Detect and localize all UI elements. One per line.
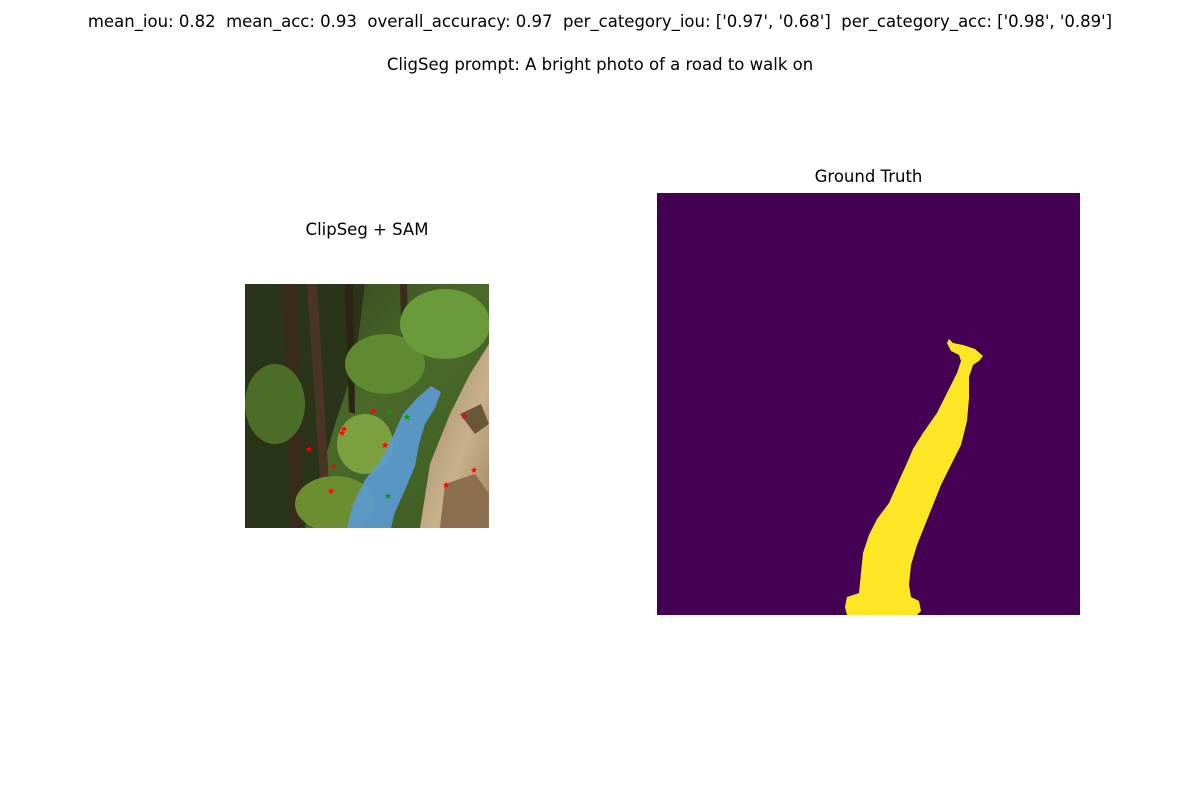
- svg-text:★: ★: [460, 412, 468, 422]
- svg-text:★: ★: [381, 441, 389, 451]
- svg-text:★: ★: [470, 466, 478, 476]
- svg-text:★: ★: [327, 487, 335, 497]
- svg-text:★: ★: [384, 492, 392, 502]
- ground-truth-mask-image: [657, 193, 1080, 615]
- svg-text:★: ★: [305, 445, 313, 455]
- svg-text:★: ★: [369, 407, 377, 417]
- svg-text:★: ★: [403, 413, 411, 423]
- svg-text:★: ★: [338, 429, 346, 439]
- prompt-caption: CligSeg prompt: A bright photo of a road…: [386, 55, 814, 74]
- svg-text:★: ★: [385, 408, 393, 418]
- panel-title-prediction: ClipSeg + SAM: [305, 220, 429, 239]
- svg-text:★: ★: [329, 462, 337, 472]
- panel-title-ground-truth: Ground Truth: [814, 167, 923, 186]
- prediction-overlay-image: ★ ★ ★ ★ ★ ★ ★ ★ ★ ★ ★ ★ ★: [245, 284, 489, 528]
- metrics-summary: mean_iou: 0.82 mean_acc: 0.93 overall_ac…: [87, 12, 1113, 31]
- svg-text:★: ★: [442, 481, 450, 491]
